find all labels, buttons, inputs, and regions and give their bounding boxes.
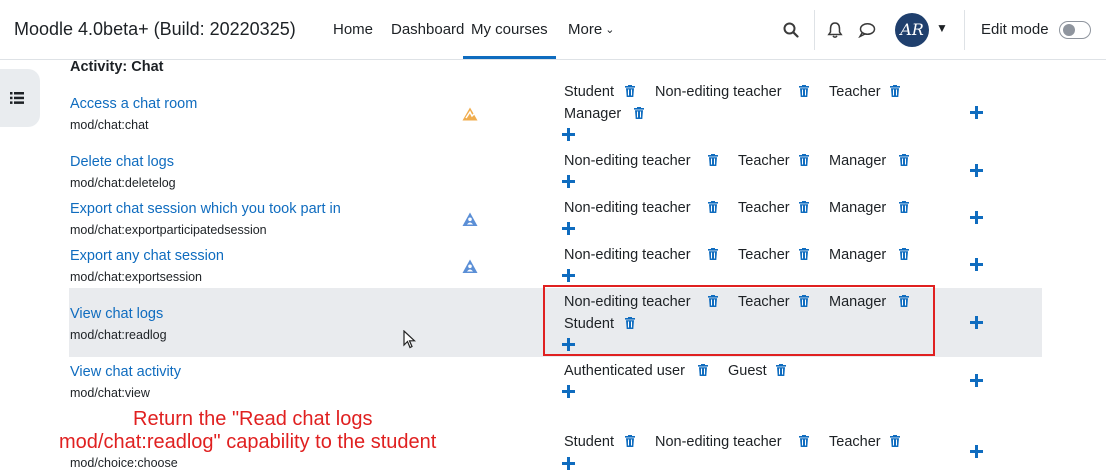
add-role-plus-icon[interactable] [562, 222, 575, 235]
nav-dashboard[interactable]: Dashboard [391, 21, 464, 38]
capability-link[interactable]: Export chat session which you took part … [70, 201, 341, 217]
add-role-plus-icon[interactable] [562, 457, 575, 470]
add-role-plus-icon[interactable] [970, 211, 983, 224]
trash-icon[interactable] [899, 201, 909, 213]
trash-icon[interactable] [899, 295, 909, 307]
course-index-drawer-button[interactable] [0, 69, 40, 127]
trash-icon[interactable] [698, 364, 708, 376]
highlight-box [543, 285, 935, 356]
user-avatar[interactable]: AR [895, 13, 929, 47]
role-name: Teacher [738, 247, 790, 263]
role-name: Non-editing teacher [655, 434, 782, 450]
trash-icon[interactable] [634, 107, 644, 119]
trash-icon[interactable] [776, 364, 786, 376]
add-role-plus-icon[interactable] [970, 258, 983, 271]
edit-mode-label: Edit mode [981, 21, 1049, 38]
spam-risk-icon[interactable] [462, 107, 478, 121]
list-icon [10, 92, 24, 104]
trash-icon[interactable] [799, 435, 809, 447]
add-role-plus-icon[interactable] [562, 128, 575, 141]
annotation-line-2: mod/chat:readlog" capability to the stud… [59, 431, 437, 453]
trash-icon[interactable] [799, 154, 809, 166]
trash-icon[interactable] [899, 248, 909, 260]
role-name: Non-editing teacher [564, 247, 691, 263]
top-navbar: Moodle 4.0beta+ (Build: 20220325) Home D… [0, 0, 1106, 60]
trash-icon[interactable] [799, 248, 809, 260]
capability-code: mod/chat:view [70, 386, 150, 400]
nav-more[interactable]: More ⌄ [568, 21, 614, 38]
capability-code: mod/choice:choose [70, 456, 178, 470]
capability-link[interactable]: View chat activity [70, 364, 181, 380]
personal-risk-icon[interactable] [462, 259, 478, 274]
capability-link[interactable]: View chat logs [70, 306, 163, 322]
add-role-plus-icon[interactable] [562, 338, 575, 351]
add-role-plus-icon[interactable] [970, 445, 983, 458]
add-role-plus-icon[interactable] [562, 385, 575, 398]
add-role-plus-icon[interactable] [970, 316, 983, 329]
capability-code: mod/chat:deletelog [70, 176, 176, 190]
role-name: Manager [564, 106, 622, 122]
trash-icon[interactable] [625, 317, 635, 329]
role-name: Authenticated user [564, 363, 685, 379]
role-name: Manager [829, 153, 887, 169]
trash-icon[interactable] [890, 435, 900, 447]
role-name: Non-editing teacher [564, 153, 691, 169]
trash-icon[interactable] [799, 85, 809, 97]
divider [814, 10, 815, 50]
site-brand[interactable]: Moodle 4.0beta+ (Build: 20220325) [14, 19, 296, 40]
role-name: Teacher [829, 84, 881, 100]
bell-icon[interactable] [827, 21, 843, 39]
trash-icon[interactable] [890, 85, 900, 97]
trash-icon[interactable] [708, 248, 718, 260]
trash-icon[interactable] [708, 295, 718, 307]
nav-home[interactable]: Home [333, 21, 373, 38]
chat-bubble-icon[interactable] [858, 22, 876, 38]
edit-mode-toggle[interactable] [1059, 21, 1091, 39]
role-name: Student [564, 434, 614, 450]
add-role-plus-icon[interactable] [970, 164, 983, 177]
trash-icon[interactable] [708, 201, 718, 213]
role-name: Non-editing teacher [655, 84, 782, 100]
role-name: Teacher [829, 434, 881, 450]
add-role-plus-icon[interactable] [562, 269, 575, 282]
capability-link[interactable]: Delete chat logs [70, 154, 174, 170]
add-role-plus-icon[interactable] [970, 374, 983, 387]
role-name: Manager [829, 200, 887, 216]
trash-icon[interactable] [625, 85, 635, 97]
trash-icon[interactable] [899, 154, 909, 166]
annotation-line-1: Return the "Read chat logs [133, 408, 373, 430]
role-name: Teacher [738, 153, 790, 169]
nav-more-label: More [568, 21, 603, 38]
role-name: Manager [829, 247, 887, 263]
nav-my-courses[interactable]: My courses [463, 21, 556, 59]
divider [964, 10, 965, 50]
capability-code: mod/chat:readlog [70, 328, 167, 342]
toggle-knob [1063, 24, 1075, 36]
role-name: Teacher [738, 200, 790, 216]
trash-icon[interactable] [625, 435, 635, 447]
mouse-pointer-icon [403, 330, 416, 349]
role-name: Student [564, 84, 614, 100]
add-role-plus-icon[interactable] [970, 106, 983, 119]
capability-link[interactable]: Access a chat room [70, 96, 197, 112]
user-menu-chevron-icon[interactable]: ▼ [936, 21, 948, 35]
trash-icon[interactable] [799, 201, 809, 213]
add-role-plus-icon[interactable] [562, 175, 575, 188]
trash-icon[interactable] [799, 295, 809, 307]
personal-risk-icon[interactable] [462, 212, 478, 227]
role-name: Guest [728, 363, 767, 379]
section-title: Activity: Chat [70, 59, 164, 75]
role-name: Non-editing teacher [564, 200, 691, 216]
trash-icon[interactable] [708, 154, 718, 166]
capability-code: mod/chat:exportparticipatedsession [70, 223, 267, 237]
capability-code: mod/chat:exportsession [70, 270, 203, 284]
search-icon[interactable] [783, 22, 799, 38]
capability-link[interactable]: Export any chat session [70, 248, 224, 264]
capability-code: mod/chat:chat [70, 118, 149, 132]
chevron-down-icon: ⌄ [605, 24, 615, 36]
